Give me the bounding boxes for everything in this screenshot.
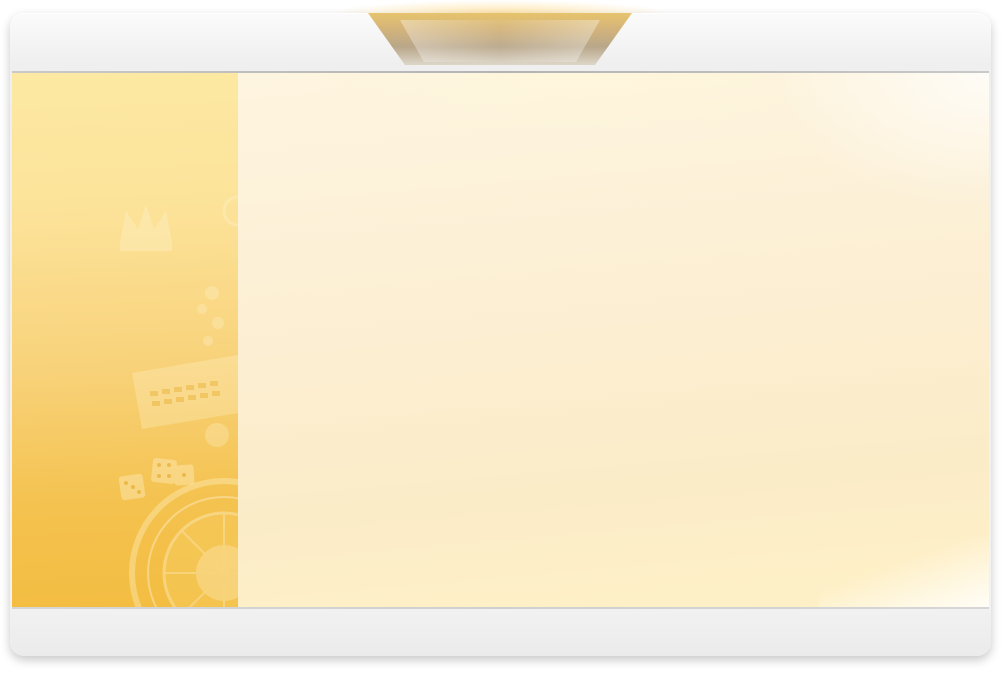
dice-icon xyxy=(118,458,195,501)
casino-art-panel xyxy=(12,73,238,607)
casino-chips-icon xyxy=(197,195,238,346)
top-tab-shine xyxy=(400,20,600,62)
game-dialog xyxy=(0,0,1001,675)
crown-icon xyxy=(120,205,172,251)
main-bottom-glow xyxy=(819,537,989,607)
dialog-content xyxy=(12,73,989,607)
casino-art xyxy=(118,195,238,607)
main-corner-glow xyxy=(769,73,989,213)
main-content-area xyxy=(238,73,989,607)
main-top-glow xyxy=(318,73,838,133)
roulette-wheel-icon xyxy=(129,478,238,607)
footer-divider xyxy=(12,607,989,609)
